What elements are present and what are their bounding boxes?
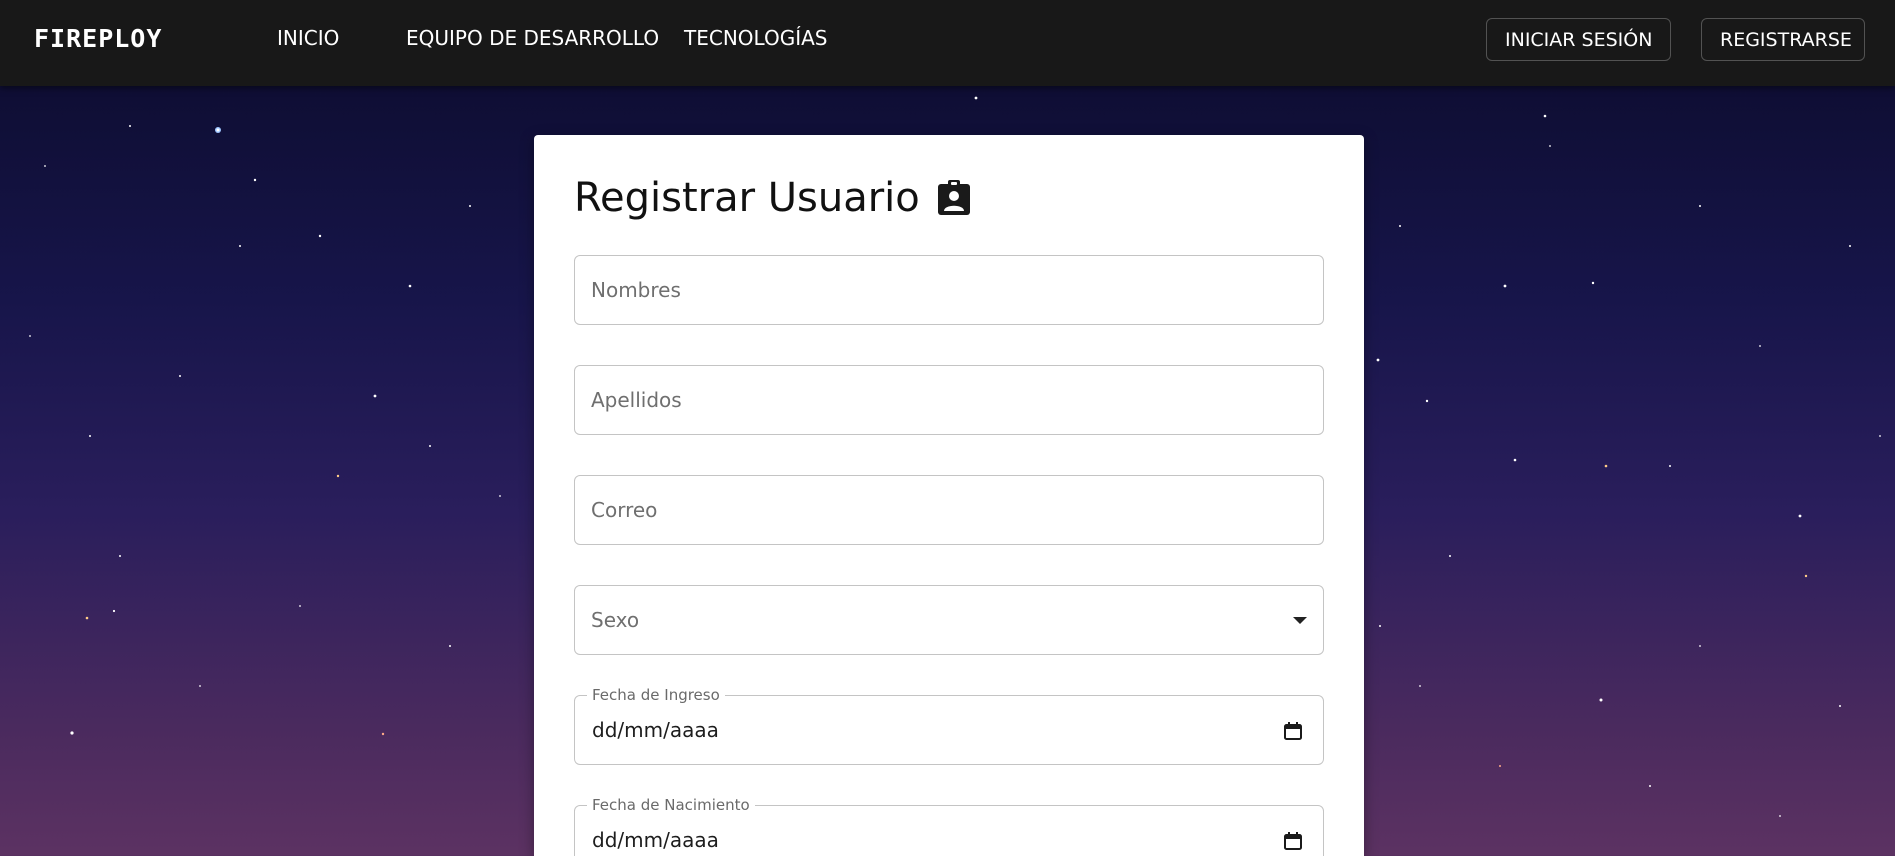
login-button[interactable]: INICIAR SESIÓN [1486,18,1671,61]
top-navbar: FIREPLOY INICIO EQUIPO DE DESARROLLO TEC… [0,0,1895,86]
fecha-ingreso-label: Fecha de Ingreso [587,686,725,704]
contact-badge-icon [937,180,970,215]
calendar-icon[interactable] [1283,721,1303,741]
calendar-icon[interactable] [1283,831,1303,851]
fecha-ingreso-field[interactable]: Fecha de Ingreso dd/mm/aaaa [574,686,1324,765]
brand-logo[interactable]: FIREPLOY [34,24,162,53]
fecha-nacimiento-field[interactable]: Fecha de Nacimiento dd/mm/aaaa [574,796,1324,856]
fecha-nacimiento-label: Fecha de Nacimiento [587,796,755,814]
nav-link-tecnologias[interactable]: TECNOLOGÍAS [684,26,827,50]
signup-button[interactable]: REGISTRARSE [1701,18,1865,61]
sexo-field: Sexo [574,585,1324,655]
nombres-field [574,255,1324,325]
correo-input[interactable] [575,476,1323,544]
fecha-ingreso-value: dd/mm/aaaa [592,718,719,742]
nav-link-equipo-de-desarrollo[interactable]: EQUIPO DE DESARROLLO [406,26,659,50]
correo-field [574,475,1324,545]
register-user-card: Registrar Usuario Sexo Fecha de Ingreso … [534,135,1364,856]
apellidos-input[interactable] [575,366,1323,434]
apellidos-field [574,365,1324,435]
form-title: Registrar Usuario [574,175,972,221]
fecha-nacimiento-value: dd/mm/aaaa [592,828,719,852]
form-title-text: Registrar Usuario [574,175,920,221]
nav-link-inicio[interactable]: INICIO [277,26,339,50]
nombres-input[interactable] [575,256,1323,324]
sexo-select[interactable]: Sexo [575,586,1323,654]
